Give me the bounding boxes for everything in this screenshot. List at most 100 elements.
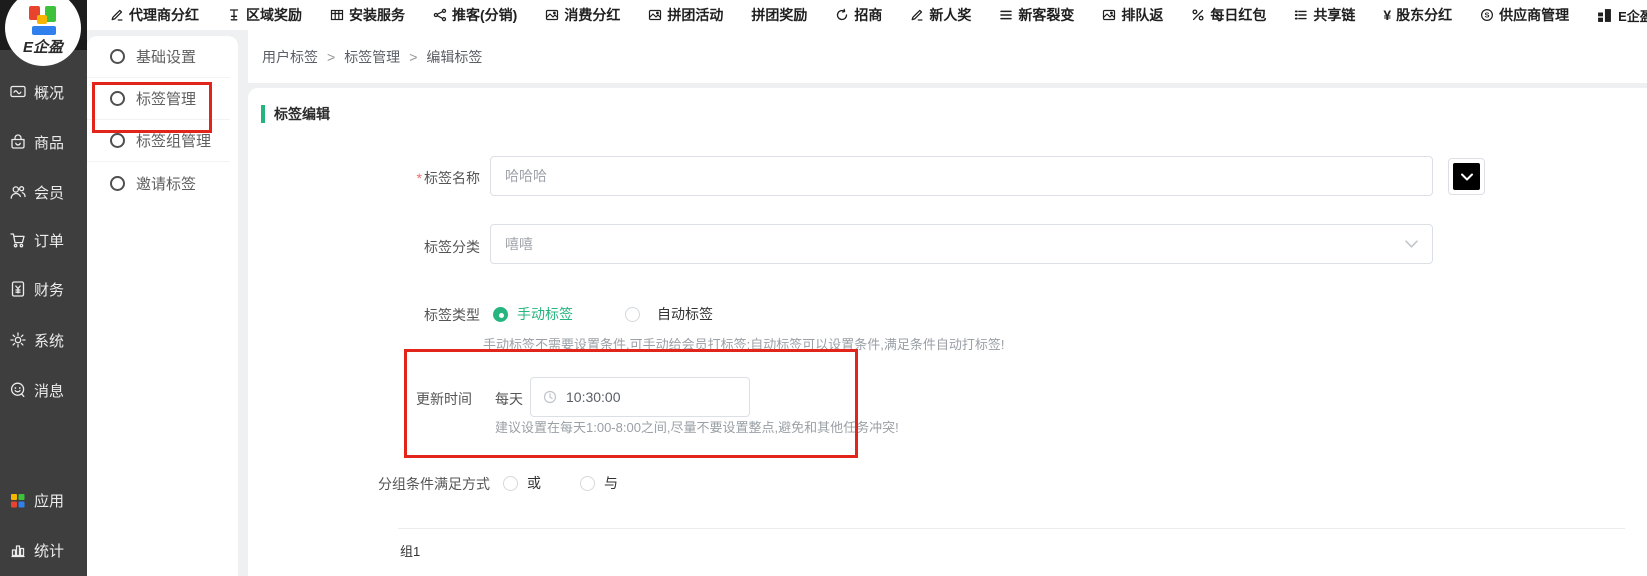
top-menu-bar: 代理商分红 区域奖励 安装服务 推客(分销) 消费分红 拼团活动 拼团奖励 招商… — [87, 0, 1647, 30]
tag-type-label: 标签类型 — [330, 305, 480, 325]
top-menu-label: 共享链 — [1313, 5, 1355, 25]
sidebar-item-label: 系统 — [34, 330, 64, 351]
update-time-help-text: 建议设置在每天1:00-8:00之间,尽量不要设置整点,避免和其他任务冲突! — [495, 417, 899, 436]
sidebar-item-goods[interactable]: 商品 — [0, 132, 87, 152]
circle-bullet-icon — [110, 49, 125, 64]
top-menu-label: 排队返 — [1121, 5, 1163, 25]
page-title: 标签编辑 — [274, 104, 330, 124]
breadcrumb-item-tag-management[interactable]: 标签管理 — [344, 47, 400, 67]
tag-name-input[interactable] — [490, 156, 1433, 196]
update-time-value: 10:30:00 — [566, 389, 621, 405]
grid-table-icon — [330, 8, 344, 22]
signature-pen-icon — [910, 8, 924, 22]
top-menu-label: 代理商分红 — [129, 5, 199, 25]
top-menu-item-newcomer-award[interactable]: 新人奖 — [910, 5, 971, 25]
share-icon — [433, 8, 447, 22]
finance-icon — [9, 280, 27, 298]
sidebar-item-orders[interactable]: 订单 — [0, 230, 87, 250]
image-icon — [648, 8, 662, 22]
top-menu-item-promoter[interactable]: 推客(分销) — [433, 5, 517, 25]
tag-category-select[interactable]: 嘻嘻 — [490, 224, 1433, 264]
radio-and[interactable] — [580, 476, 595, 491]
apps-icon — [9, 491, 27, 509]
image-icon — [545, 8, 559, 22]
top-menu-item-daily-redpacket[interactable]: 每日红包 — [1191, 5, 1266, 25]
sub-sidebar: 基础设置 标签管理 标签组管理 邀请标签 — [87, 36, 238, 576]
clock-icon — [543, 390, 557, 404]
top-menu-item-share-chain[interactable]: 共享链 — [1294, 5, 1355, 25]
tag-name-dropdown-button[interactable] — [1448, 158, 1485, 195]
svg-text:S: S — [1485, 11, 1490, 20]
sidebar-item-stats[interactable]: 统计 — [0, 540, 87, 560]
top-menu-item-queue-return[interactable]: 排队返 — [1102, 5, 1163, 25]
sidebar-item-label: 订单 — [34, 230, 64, 251]
sidebar-item-label: 应用 — [34, 490, 64, 511]
tag-category-value: 嘻嘻 — [505, 234, 533, 254]
sidebar-item-messages[interactable]: 消息 — [0, 380, 87, 400]
top-menu-item-shareholder-bonus[interactable]: ¥ 股东分红 — [1383, 5, 1452, 25]
top-menu-item-agent-bonus[interactable]: 代理商分红 — [110, 5, 199, 25]
goods-icon — [9, 133, 27, 151]
radio-manual-tag[interactable] — [493, 307, 508, 322]
brand-logo-text: E企盈 — [5, 36, 81, 57]
circle-bullet-icon — [110, 133, 125, 148]
radio-or-label[interactable]: 或 — [527, 473, 541, 493]
update-time-input[interactable]: 10:30:00 — [530, 377, 750, 417]
menu-lines-icon — [999, 8, 1013, 22]
chevron-down-icon — [1405, 240, 1418, 248]
top-menu-label: 新客裂变 — [1018, 5, 1074, 25]
top-menu-label: 消费分红 — [564, 5, 620, 25]
top-menu-label: 每日红包 — [1210, 5, 1266, 25]
section-header: 标签编辑 — [261, 104, 330, 124]
top-menu-item-group-reward[interactable]: 拼团奖励 — [751, 5, 807, 25]
orders-icon — [9, 231, 27, 249]
sub-sidebar-label: 标签管理 — [136, 88, 196, 109]
radio-or[interactable] — [503, 476, 518, 491]
sidebar-item-overview[interactable]: 概况 — [0, 82, 87, 102]
top-menu-item-supplier-mgmt[interactable]: S 供应商管理 — [1480, 5, 1569, 25]
brand-logo-icon — [27, 6, 59, 36]
breadcrumb-separator: > — [327, 49, 335, 65]
s-circle-icon: S — [1480, 8, 1494, 22]
sub-sidebar-item-basic-settings[interactable]: 基础设置 — [87, 36, 230, 78]
top-menu-item-consume-bonus[interactable]: 消费分红 — [545, 5, 620, 25]
main-sidebar: E企盈 概况 商品 会员 订单 财务 系统 消息 应用 统计 — [0, 0, 87, 576]
top-menu-item-group-activity[interactable]: 拼团活动 — [648, 5, 723, 25]
dropdown-black-button[interactable] — [1453, 163, 1480, 190]
circle-bullet-icon — [110, 176, 125, 191]
top-menu-item-investment[interactable]: 招商 — [835, 5, 882, 25]
radio-auto-tag[interactable] — [625, 307, 640, 322]
sidebar-item-members[interactable]: 会员 — [0, 182, 87, 202]
tag-name-label: *标签名称 — [330, 168, 480, 188]
sidebar-item-label: 财务 — [34, 279, 64, 300]
yen-icon: ¥ — [1383, 7, 1391, 23]
radio-auto-tag-label[interactable]: 自动标签 — [657, 304, 713, 324]
group-title: 组1 — [400, 541, 420, 560]
sub-sidebar-item-invite-tags[interactable]: 邀请标签 — [87, 162, 230, 204]
sub-sidebar-label: 邀请标签 — [136, 173, 196, 194]
top-menu-label: 拼团奖励 — [751, 5, 807, 25]
update-time-prefix: 每天 — [495, 389, 523, 409]
sidebar-item-finance[interactable]: 财务 — [0, 279, 87, 299]
sidebar-item-system[interactable]: 系统 — [0, 330, 87, 350]
chevron-down-icon — [1461, 173, 1473, 181]
radio-and-label[interactable]: 与 — [604, 473, 618, 493]
sub-sidebar-item-tag-group-management[interactable]: 标签组管理 — [87, 120, 230, 162]
sub-sidebar-item-tag-management[interactable]: 标签管理 — [87, 78, 230, 120]
stats-chart-icon — [9, 541, 27, 559]
breadcrumb-item-user-tags[interactable]: 用户标签 — [262, 47, 318, 67]
top-menu-label: E企盈服务 — [1618, 6, 1647, 25]
sidebar-item-label: 商品 — [34, 132, 64, 153]
brand-logo[interactable]: E企盈 — [5, 0, 81, 66]
top-menu-item-eqy-service[interactable]: E企盈服务 — [1597, 6, 1647, 25]
overview-icon — [9, 83, 27, 101]
sidebar-item-apps[interactable]: 应用 — [0, 490, 87, 510]
link-percent-icon — [1191, 8, 1205, 22]
top-menu-item-install-service[interactable]: 安装服务 — [330, 5, 405, 25]
top-menu-item-region-reward[interactable]: 区域奖励 — [227, 5, 302, 25]
system-gear-icon — [9, 331, 27, 349]
dashboard-bars-icon — [1597, 8, 1612, 23]
radio-manual-tag-label[interactable]: 手动标签 — [517, 304, 573, 324]
top-menu-label: 供应商管理 — [1499, 5, 1569, 25]
top-menu-item-new-customer[interactable]: 新客裂变 — [999, 5, 1074, 25]
